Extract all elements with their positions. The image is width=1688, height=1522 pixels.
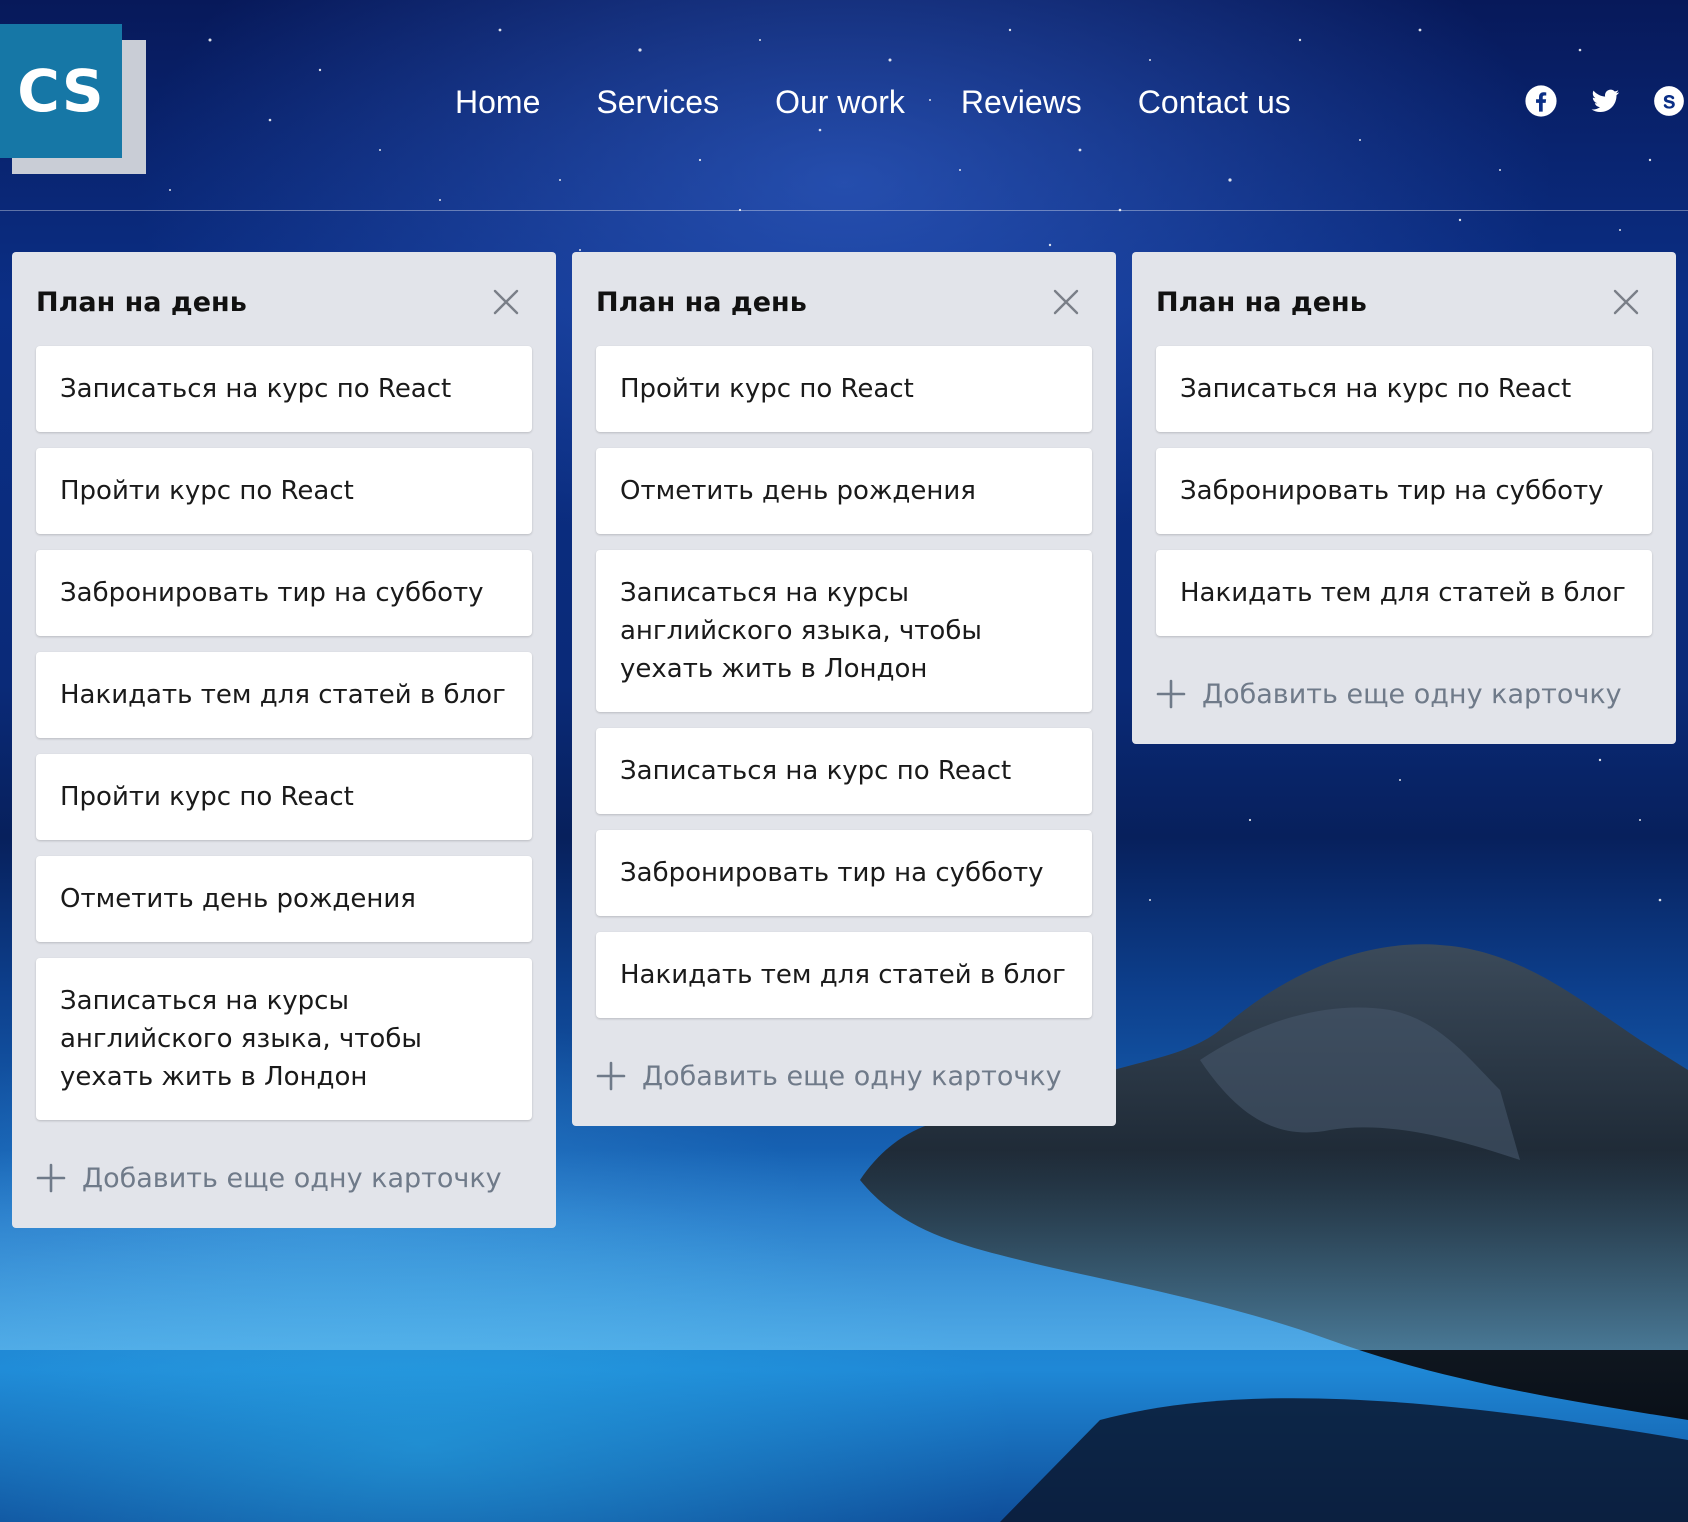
list-header: План на день — [36, 276, 532, 346]
list-header: План на день — [596, 276, 1092, 346]
twitter-icon[interactable] — [1588, 84, 1622, 118]
list-column-2: План на день Пройти курс по React Отмети… — [572, 252, 1116, 1126]
nav-services[interactable]: Services — [596, 82, 719, 122]
site-header: CS Home Services Our work Reviews Contac… — [0, 0, 1688, 211]
logo[interactable]: CS — [0, 24, 150, 174]
task-card[interactable]: Забронировать тир на субботу — [1156, 448, 1652, 534]
task-card[interactable]: Записаться на курс по React — [596, 728, 1092, 814]
list-column-3: План на день Записаться на курс по React… — [1132, 252, 1676, 744]
task-card[interactable]: Записаться на курс по React — [1156, 346, 1652, 432]
task-card[interactable]: Накидать тем для статей в блог — [596, 932, 1092, 1018]
list-title: План на день — [1156, 287, 1367, 318]
list-title: План на день — [36, 287, 247, 318]
list-header: План на день — [1156, 276, 1652, 346]
logo-text: CS — [0, 24, 122, 158]
task-card[interactable]: Отметить день рождения — [596, 448, 1092, 534]
add-card-label: Добавить еще одну карточку — [82, 1162, 502, 1194]
nav-contact-us[interactable]: Contact us — [1138, 82, 1291, 122]
skype-icon[interactable] — [1652, 84, 1686, 118]
task-card[interactable]: Записаться на курсы английского языка, ч… — [596, 550, 1092, 712]
task-card[interactable]: Забронировать тир на субботу — [36, 550, 532, 636]
add-card-button[interactable]: Добавить еще одну карточку — [36, 1128, 532, 1228]
plus-icon — [596, 1061, 626, 1091]
task-card[interactable]: Пройти курс по React — [36, 754, 532, 840]
social-links — [1524, 84, 1686, 118]
add-card-button[interactable]: Добавить еще одну карточку — [1156, 644, 1652, 744]
task-card[interactable]: Накидать тем для статей в блог — [1156, 550, 1652, 636]
task-card[interactable]: Записаться на курсы английского языка, ч… — [36, 958, 532, 1120]
facebook-icon[interactable] — [1524, 84, 1558, 118]
task-card[interactable]: Пройти курс по React — [36, 448, 532, 534]
add-card-label: Добавить еще одну карточку — [642, 1060, 1062, 1092]
close-icon[interactable] — [488, 284, 524, 320]
task-card[interactable]: Накидать тем для статей в блог — [36, 652, 532, 738]
task-card[interactable]: Записаться на курс по React — [36, 346, 532, 432]
nav-home[interactable]: Home — [455, 82, 540, 122]
task-card[interactable]: Отметить день рождения — [36, 856, 532, 942]
main-nav: Home Services Our work Reviews Contact u… — [455, 82, 1347, 122]
plus-icon — [1156, 679, 1186, 709]
add-card-button[interactable]: Добавить еще одну карточку — [596, 1026, 1092, 1126]
list-column-1: План на день Записаться на курс по React… — [12, 252, 556, 1228]
list-title: План на день — [596, 287, 807, 318]
add-card-label: Добавить еще одну карточку — [1202, 678, 1622, 710]
task-card[interactable]: Забронировать тир на субботу — [596, 830, 1092, 916]
nav-reviews[interactable]: Reviews — [961, 82, 1082, 122]
plus-icon — [36, 1163, 66, 1193]
close-icon[interactable] — [1608, 284, 1644, 320]
task-card[interactable]: Пройти курс по React — [596, 346, 1092, 432]
close-icon[interactable] — [1048, 284, 1084, 320]
nav-our-work[interactable]: Our work — [775, 82, 905, 122]
